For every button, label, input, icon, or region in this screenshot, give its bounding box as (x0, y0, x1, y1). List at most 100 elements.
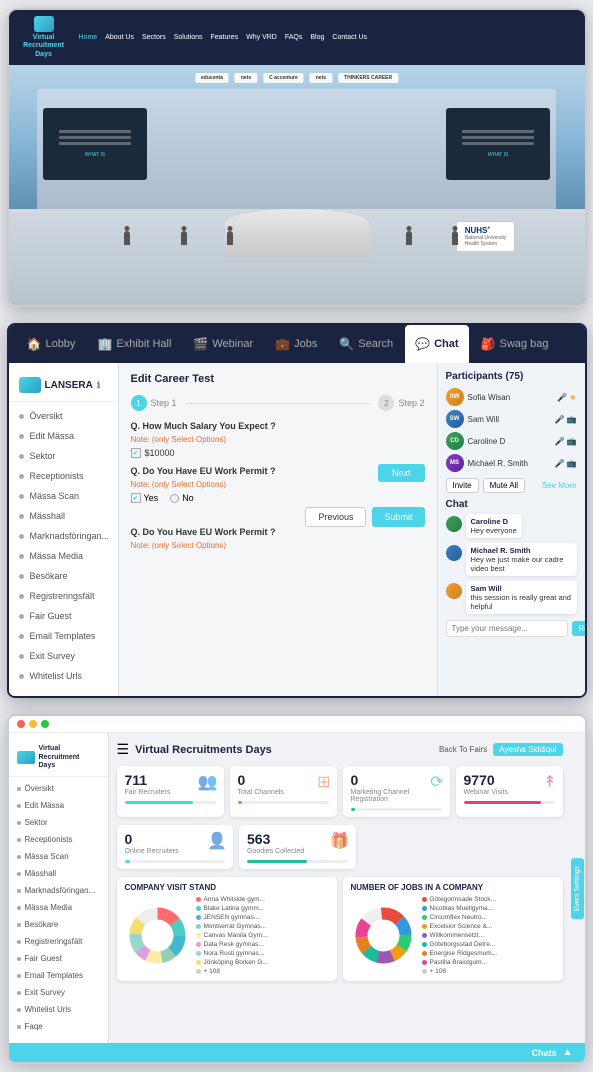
chat-expand-icon[interactable]: ▲ (563, 1047, 573, 1058)
topbar-right: Back To Fairs Ayesha Siddiqui (439, 743, 563, 756)
chat-text: this session is really great and helpful (471, 593, 572, 611)
q2-yes-label: Yes (144, 493, 159, 503)
q2-no-radio[interactable] (170, 494, 179, 503)
dashboard-sidebar: VirtualRecruitmentDays Översikt Edit Mäs… (9, 733, 109, 1043)
legend-label: Blake Latina gymm... (204, 905, 265, 912)
nav-webinar[interactable]: 🎬 Webinar (183, 325, 263, 363)
see-more-link[interactable]: See More (542, 481, 577, 490)
dash-sidebar-faqe[interactable]: Faqe (9, 1018, 108, 1035)
nav-jobs[interactable]: 💼 Jobs (265, 325, 327, 363)
marketing-icon: ⟳ (430, 772, 443, 792)
sidebar-label: Exit Survey (25, 988, 65, 997)
chat-sender: Sam Will (471, 584, 572, 593)
sidebar-dot (17, 991, 21, 995)
donut-svg-2 (351, 903, 416, 968)
dash-sidebar-overview[interactable]: Översikt (9, 780, 108, 797)
back-to-fairs-link[interactable]: Back To Fairs (439, 745, 487, 754)
chat-text: Hey we just make our cadre video best (471, 555, 572, 573)
chart-jobs-company: NUMBER OF JOBS IN A COMPANY (343, 877, 563, 981)
nav-blog[interactable]: Blog (310, 34, 324, 41)
dash-sidebar-besokare[interactable]: Besökare (9, 916, 108, 933)
search-icon: 🔍 (339, 337, 354, 351)
sidebar-item-fairguest[interactable]: Fair Guest (9, 606, 118, 626)
close-button[interactable] (17, 720, 25, 728)
participant-name: Sam Will (468, 415, 551, 424)
dash-sidebar-receptionists[interactable]: Receptionists (9, 831, 108, 848)
btn-reply[interactable]: Reply (572, 621, 587, 636)
sidebar-item-sektor[interactable]: Sektor (9, 446, 118, 466)
dash-sidebar-fairguest[interactable]: Fair Guest (9, 950, 108, 967)
btn-previous[interactable]: Previous (305, 507, 366, 527)
dash-sidebar-massahall[interactable]: Mässhall (9, 865, 108, 882)
sidebar-item-editmassa[interactable]: Edit Mässa (9, 426, 118, 446)
sidebar-label: Email Templates (30, 631, 96, 641)
sidebar-item-besokare[interactable]: Besökare (9, 566, 118, 586)
sidebar-label: Whitelist Urls (25, 1005, 72, 1014)
step-2-label: Step 2 (398, 398, 424, 408)
sidebar-label: Fair Guest (30, 611, 72, 621)
dash-sidebar-sektor[interactable]: Sektor (9, 814, 108, 831)
sidebar-item-marketing[interactable]: Marknadsföringan... (9, 526, 118, 546)
dashboard-chat-bar: Chats ▲ (9, 1043, 585, 1062)
q1-checkbox[interactable]: ✓ (131, 448, 141, 458)
dash-sidebar-emailtemplates[interactable]: Email Templates (9, 967, 108, 984)
sidebar-dot (17, 821, 21, 825)
chat-input[interactable] (446, 620, 568, 637)
exhibit-icon: 🏢 (97, 337, 112, 351)
sidebar-dot (19, 434, 24, 439)
dash-sidebar-marketing[interactable]: Marknadsföringan... (9, 882, 108, 899)
dash-sidebar-registreringsfalt[interactable]: Registreringsfält (9, 933, 108, 950)
sidebar-item-emailtemplates[interactable]: Email Templates (9, 626, 118, 646)
sidebar-item-whitelist[interactable]: Whitelist Urls (9, 666, 118, 686)
sidebar-label: Mässa Scan (25, 852, 69, 861)
app-sidebar: LANSERA ℹ Översikt Edit Mässa Sektor (9, 363, 119, 696)
legend-label: Data Resk gymnas... (204, 941, 264, 948)
nav-swagbag[interactable]: 🎒 Swag bag (471, 325, 559, 363)
btn-submit[interactable]: Submit (372, 507, 424, 527)
nav-solutions[interactable]: Solutions (174, 34, 203, 41)
q2-no[interactable]: No (170, 493, 194, 503)
nav-whyvrd[interactable]: Why VRD (246, 34, 277, 41)
sidebar-item-exitsurvey[interactable]: Exit Survey (9, 646, 118, 666)
nav-about[interactable]: About Us (105, 34, 134, 41)
nav-exhibit-label: Exhibit Hall (116, 338, 171, 350)
nav-exhibit[interactable]: 🏢 Exhibit Hall (87, 325, 181, 363)
nav-chat[interactable]: 💬 Chat (405, 325, 468, 363)
video-icon: 📺 (567, 437, 577, 446)
swagbag-icon: 🎒 (481, 337, 496, 351)
nav-home[interactable]: Home (79, 34, 98, 41)
nav-sectors[interactable]: Sectors (142, 34, 166, 41)
sidebar-item-massascan[interactable]: Mässa Scan (9, 486, 118, 506)
q1-answer-row: ✓ $10000 (131, 448, 425, 458)
chart-legend-2: Götegormsade Stock... Nicoblas Muellgyma… (422, 896, 555, 975)
nav-features[interactable]: Features (211, 34, 239, 41)
sidebar-item-receptionists[interactable]: Receptionists (9, 466, 118, 486)
event-settings-tab[interactable]: Event Settings (571, 858, 584, 919)
nav-faqs[interactable]: FAQs (285, 34, 303, 41)
dash-sidebar-massamedia[interactable]: Mässa Media (9, 899, 108, 916)
hamburger-icon[interactable]: ☰ (117, 741, 130, 758)
sidebar-item-massahall[interactable]: Mässhall (9, 506, 118, 526)
q2-yes[interactable]: ✓ Yes (131, 493, 159, 503)
dash-sidebar-exitsurvey[interactable]: Exit Survey (9, 984, 108, 1001)
sidebar-item-overview[interactable]: Översikt (9, 406, 118, 426)
minimize-button[interactable] (29, 720, 37, 728)
btn-mute-all[interactable]: Mute All (483, 478, 525, 493)
maximize-button[interactable] (41, 720, 49, 728)
participant-actions: Invite Mute All See More (446, 478, 577, 493)
nav-search[interactable]: 🔍 Search (329, 325, 403, 363)
sidebar-label: Sektor (30, 451, 56, 461)
q2-yes-check[interactable]: ✓ (131, 493, 141, 503)
btn-next[interactable]: Next (378, 464, 425, 482)
q1-value: $10000 (145, 448, 175, 458)
chart-title: COMPANY VISIT STAND (125, 883, 329, 892)
dash-sidebar-editmassa[interactable]: Edit Mässa (9, 797, 108, 814)
nav-contact[interactable]: Contact Us (332, 34, 367, 41)
sidebar-item-massamedia[interactable]: Mässa Media (9, 546, 118, 566)
sidebar-dot (17, 872, 21, 876)
nav-lobby[interactable]: 🏠 Lobby (17, 325, 86, 363)
btn-invite[interactable]: Invite (446, 478, 479, 493)
sidebar-item-registreringsfalt[interactable]: Registreringsfält (9, 586, 118, 606)
dash-sidebar-whitelist[interactable]: Whitelist Urls (9, 1001, 108, 1018)
dash-sidebar-massascan[interactable]: Mässa Scan (9, 848, 108, 865)
